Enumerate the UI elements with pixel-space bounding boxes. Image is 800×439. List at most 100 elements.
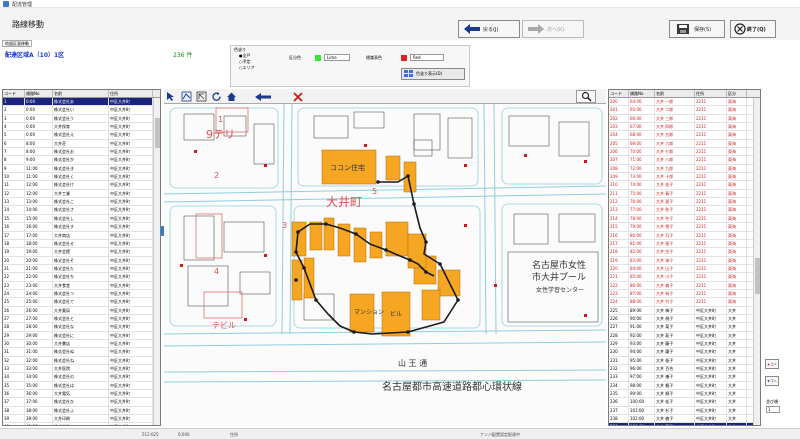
table-row[interactable]: 212 76:00 大井 夏子 2211 東海 bbox=[609, 198, 760, 207]
table-row[interactable]: 28 28:00 株式会社な 中区大井町 bbox=[3, 323, 160, 332]
table-row[interactable]: 215 79:00 大井 雪子 2211 東海 bbox=[609, 223, 760, 232]
table-row[interactable]: 6 8:00 大井荘 中区大井町 bbox=[3, 139, 160, 149]
table-row[interactable]: 2 0:00 株式会社い 中区大井町 bbox=[3, 106, 160, 115]
table-row[interactable]: 14 14:00 株式会社さ 中区大井町 bbox=[3, 206, 160, 215]
table-row[interactable]: 22 22:00 株式会社ち 中区大井町 bbox=[3, 273, 160, 282]
table-row[interactable]: 39 39:00 大井印刷 中区大井町 bbox=[3, 415, 160, 424]
table-row[interactable]: 5 0:00 株式会社え 中区大井町 bbox=[3, 131, 160, 140]
map-canvas[interactable]: 9テリ 大井町 ココン住宅 テビル 名古屋都市高速道路都心環状線 山 王 通 名… bbox=[164, 104, 606, 426]
table-row[interactable]: 37 37:00 株式会社ひ 中区大井町 bbox=[3, 398, 160, 407]
table-row[interactable]: 23 23:00 大井食堂 中区大井町 bbox=[3, 281, 160, 290]
col-address[interactable]: 住所 bbox=[109, 90, 153, 97]
table-row[interactable]: 31 31:00 株式会社ぬ 中区大井町 bbox=[3, 348, 160, 357]
table-row[interactable]: 209 73:00 大井 十郎 2211 東海 bbox=[609, 173, 760, 182]
table-row[interactable]: 11 12:00 株式会社け 中区大井町 bbox=[3, 181, 160, 190]
prev-button[interactable]: 戻る(J) bbox=[458, 20, 520, 38]
tab-map-move[interactable]: 地図区画移動 bbox=[2, 40, 32, 47]
table-row[interactable]: 229 93:00 大井 藤子 中区大井町 大井 bbox=[609, 339, 760, 349]
table-row[interactable]: 9 11:00 株式会社き 中区大井町 bbox=[3, 164, 160, 174]
table-row[interactable]: 217 81:00 大井 星子 2211 東海 bbox=[609, 239, 760, 249]
table-row[interactable]: 233 97:00 大井 椿子 中区大井町 大井 bbox=[609, 373, 760, 382]
next-button[interactable]: 次へ(K) bbox=[522, 20, 584, 38]
table-row[interactable]: 214 78:00 大井 冬子 2211 東海 bbox=[609, 214, 760, 224]
table-row[interactable]: 32 32:00 株式会社ね 中区大井町 bbox=[3, 356, 160, 365]
table-row[interactable]: 221 85:00 大井 川子 2211 東海 bbox=[609, 273, 760, 282]
zoom-area-icon[interactable] bbox=[194, 90, 209, 103]
table-row[interactable]: 223 87:00 大井 林子 2211 東海 bbox=[609, 289, 760, 299]
r-col-name[interactable]: 名前 bbox=[655, 90, 695, 97]
r-col-route[interactable]: 順路No bbox=[629, 90, 655, 97]
table-row[interactable]: 231 95:00 大井 桜子 中区大井町 大井 bbox=[609, 356, 760, 365]
table-row[interactable]: 227 91:00 大井 菊子 中区大井町 大井 bbox=[609, 323, 760, 332]
table-row[interactable]: 12 12:00 大井工業 中区大井町 bbox=[3, 189, 160, 199]
select-tool-icon[interactable] bbox=[164, 90, 179, 103]
table-row[interactable]: 204 68:00 大井 五郎 2211 東海 bbox=[609, 131, 760, 140]
table-row[interactable]: 18 18:00 株式会社せ 中区大井町 bbox=[3, 239, 160, 249]
table-row[interactable]: 3 0:00 株式会社う 中区大井町 bbox=[3, 114, 160, 124]
table-row[interactable]: 15 15:00 株式会社し 中区大井町 bbox=[3, 214, 160, 224]
table-row[interactable]: 224 88:00 大井 竹子 2211 東海 bbox=[609, 298, 760, 307]
table-row[interactable]: 24 24:00 株式会社つ 中区大井町 bbox=[3, 289, 160, 299]
col-name[interactable]: 名前 bbox=[53, 90, 109, 97]
home-icon[interactable] bbox=[224, 90, 239, 103]
table-row[interactable]: 10 11:00 株式会社く 中区大井町 bbox=[3, 173, 160, 182]
table-row[interactable]: 232 96:00 大井 百合 中区大井町 大井 bbox=[609, 365, 760, 374]
table-row[interactable]: 225 89:00 大井 梅子 中区大井町 大井 bbox=[609, 306, 760, 315]
undo-arrow-icon[interactable] bbox=[252, 90, 274, 103]
table-row[interactable]: 207 71:00 大井 八郎 2211 東海 bbox=[609, 156, 760, 165]
table-row[interactable]: 210 74:00 大井 花子 2211 東海 bbox=[609, 181, 760, 190]
table-row[interactable]: 203 67:00 大井 四郎 2211 東海 bbox=[609, 123, 760, 132]
delete-x-icon[interactable] bbox=[290, 90, 305, 103]
table-row[interactable]: 38 38:00 株式会社ふ 中区大井町 bbox=[3, 406, 160, 416]
table-row[interactable]: 29 29:00 株式会社に 中区大井町 bbox=[3, 331, 160, 340]
table-row[interactable]: 218 82:00 大井 空子 2211 東海 bbox=[609, 248, 760, 257]
table-row[interactable]: 206 70:00 大井 七郎 2211 東海 bbox=[609, 148, 760, 157]
move-up-button[interactable]: ▲ 上へ bbox=[765, 359, 779, 369]
table-row[interactable]: 34 34:00 株式会社の 中区大井町 bbox=[3, 373, 160, 382]
close-button[interactable]: 終了(Q) bbox=[730, 20, 776, 38]
table-row[interactable]: 211 75:00 大井 春子 2211 東海 bbox=[609, 189, 760, 199]
r-col-kubun[interactable]: 区分 bbox=[727, 90, 747, 97]
table-row[interactable]: 19 19:00 大井会館 中区大井町 bbox=[3, 248, 160, 257]
table-row[interactable]: 230 94:00 大井 蘭子 中区大井町 大井 bbox=[609, 348, 760, 357]
table-row[interactable]: 201 65:00 大井 二郎 2211 東海 bbox=[609, 106, 760, 115]
search-icon[interactable] bbox=[576, 90, 596, 103]
table-row[interactable]: 234 98:00 大井 楓子 中区大井町 大井 bbox=[609, 381, 760, 391]
table-row[interactable]: 235 99:00 大井 柳子 中区大井町 大井 bbox=[609, 390, 760, 399]
color1-select[interactable]: Lime bbox=[324, 54, 350, 61]
table-row[interactable]: 26 26:00 大井薬局 中区大井町 bbox=[3, 306, 160, 315]
table-row[interactable]: 17 17:00 大井商店 中区大井町 bbox=[3, 231, 160, 240]
table-row[interactable]: 228 92:00 大井 萩子 中区大井町 大井 bbox=[609, 331, 760, 340]
table-row[interactable]: 21 21:00 株式会社た 中区大井町 bbox=[3, 264, 160, 274]
table-row[interactable]: 236 100:00 大井 松子 中区大井町 大井 bbox=[609, 398, 760, 407]
table-row[interactable]: 27 27:00 株式会社と 中区大井町 bbox=[3, 314, 160, 324]
table-row[interactable]: 205 69:00 大井 六郎 2211 東海 bbox=[609, 139, 760, 149]
table-row[interactable]: 36 36:00 大井電気 中区大井町 bbox=[3, 390, 160, 399]
color-show-button[interactable]: 色塗り表示(D) bbox=[401, 68, 465, 80]
table-row[interactable]: 20 20:00 株式会社そ 中区大井町 bbox=[3, 256, 160, 265]
col-route[interactable]: 順路No bbox=[25, 90, 53, 97]
col-code[interactable]: コード bbox=[3, 90, 25, 97]
table-row[interactable]: 208 72:00 大井 九郎 2211 東海 bbox=[609, 164, 760, 174]
r-col-address[interactable]: 住所 bbox=[695, 90, 727, 97]
table-row[interactable]: 219 83:00 大井 海子 2211 東海 bbox=[609, 256, 760, 265]
table-row[interactable]: 238 102:00 大井 楠子 中区大井町 大井 bbox=[609, 415, 760, 424]
table-row[interactable]: 1 0:00 株式会社あ 中区大井町 bbox=[3, 98, 160, 107]
rotate-icon[interactable] bbox=[209, 90, 224, 103]
table-row[interactable]: 222 86:00 大井 森子 2211 東海 bbox=[609, 281, 760, 290]
table-row[interactable]: 237 101:00 大井 杉子 中区大井町 大井 bbox=[609, 406, 760, 416]
radio-area[interactable]: ○エリア bbox=[239, 65, 255, 71]
table-row[interactable]: 239103:00大井 葵子中区大井町大井 bbox=[609, 423, 760, 425]
r-col-code[interactable]: コード bbox=[609, 90, 629, 97]
left-grid-scrollbar[interactable] bbox=[153, 98, 160, 425]
table-row[interactable]: 35 35:00 株式会社は 中区大井町 bbox=[3, 381, 160, 391]
table-row[interactable]: 25 25:00 株式会社て 中区大井町 bbox=[3, 298, 160, 307]
table-row[interactable]: 216 80:00 大井 月子 2211 東海 bbox=[609, 231, 760, 240]
table-row[interactable]: 200 64:00 大井 一郎 2211 東海 bbox=[609, 98, 760, 107]
table-row[interactable]: 213 77:00 大井 秋子 2211 東海 bbox=[609, 206, 760, 215]
table-row[interactable]: 4 0:00 大井保育 中区大井町 bbox=[3, 123, 160, 132]
table-row[interactable]: 220 84:00 大井 山子 2211 東海 bbox=[609, 264, 760, 274]
move-down-button[interactable]: ▼ 下へ bbox=[765, 376, 779, 386]
table-row[interactable]: 16 16:00 株式会社す 中区大井町 bbox=[3, 223, 160, 232]
table-row[interactable]: 7 8:00 株式会社お 中区大井町 bbox=[3, 148, 160, 157]
